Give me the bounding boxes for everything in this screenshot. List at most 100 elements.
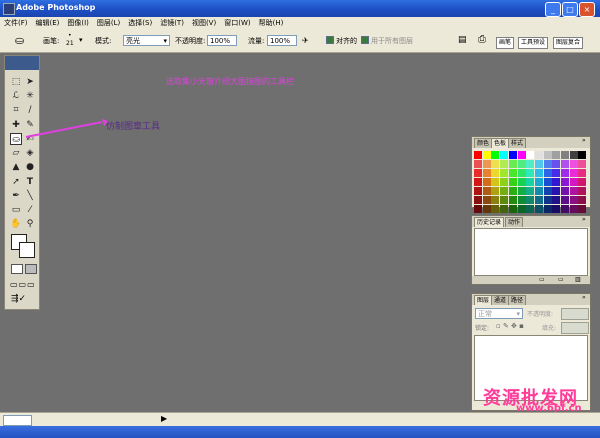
- swatch-cell[interactable]: [482, 160, 491, 168]
- swatch-cell[interactable]: [569, 160, 578, 168]
- menu-filter[interactable]: 滤镜(T): [156, 17, 188, 30]
- close-button[interactable]: ×: [579, 2, 595, 17]
- swatch-cell[interactable]: [500, 196, 509, 204]
- new-snapshot-icon[interactable]: ▭: [539, 276, 545, 283]
- swatch-cell[interactable]: [578, 196, 587, 204]
- tab-history[interactable]: 历史记录: [474, 217, 505, 227]
- crop-icon[interactable]: ⌗: [10, 104, 22, 116]
- standard-mode-icon[interactable]: [11, 264, 23, 274]
- swatch-cell[interactable]: [543, 196, 552, 204]
- menu-help[interactable]: 帮助(H): [255, 17, 288, 30]
- tab-styles[interactable]: 样式: [508, 138, 527, 148]
- swatch-cell[interactable]: [543, 205, 552, 213]
- new-document-icon[interactable]: ▭: [558, 276, 564, 283]
- layer-opacity-input[interactable]: [561, 308, 589, 320]
- swatch-cell[interactable]: [474, 160, 482, 168]
- tab-layers[interactable]: 图层: [474, 295, 493, 305]
- swatch-cell[interactable]: [569, 178, 578, 186]
- palette-tab-tool-presets[interactable]: 工具预设: [518, 37, 549, 49]
- printer-icon[interactable]: ⎙: [478, 34, 486, 45]
- swatch-cell[interactable]: [552, 178, 561, 186]
- document-icon[interactable]: ▤: [458, 35, 467, 45]
- blend-mode-select[interactable]: 正常 ▾: [475, 308, 523, 319]
- lock-icons[interactable]: ▫ ✎ ✥ ▪: [496, 322, 524, 330]
- swatch-cell[interactable]: [517, 187, 526, 195]
- swatch-cell[interactable]: [561, 169, 569, 177]
- trash-icon[interactable]: ▥: [575, 276, 581, 283]
- swatch-cell[interactable]: [482, 169, 491, 177]
- all-layers-checkbox[interactable]: [361, 36, 369, 44]
- menu-image[interactable]: 图像(I): [63, 17, 93, 30]
- swatch-cell[interactable]: [517, 178, 526, 186]
- swatch-grid[interactable]: [474, 151, 587, 215]
- fill-input[interactable]: [561, 322, 589, 334]
- dodge-icon[interactable]: ●: [24, 161, 36, 173]
- swatch-cell[interactable]: [482, 187, 491, 195]
- swatch-cell[interactable]: [569, 205, 578, 213]
- swatch-cell[interactable]: [534, 205, 543, 213]
- swatch-cell[interactable]: [552, 160, 561, 168]
- swatch-cell[interactable]: [474, 151, 482, 159]
- screen-mode-icons[interactable]: ▭▭▭: [10, 280, 36, 289]
- swatch-cell[interactable]: [517, 151, 526, 159]
- tab-swatches[interactable]: 色板: [491, 138, 510, 148]
- swatch-cell[interactable]: [500, 187, 509, 195]
- swatch-cell[interactable]: [569, 169, 578, 177]
- history-list[interactable]: [474, 228, 588, 276]
- swatch-cell[interactable]: [474, 169, 482, 177]
- swatch-cell[interactable]: [534, 178, 543, 186]
- swatch-cell[interactable]: [578, 151, 587, 159]
- swatch-cell[interactable]: [482, 196, 491, 204]
- swatch-cell[interactable]: [578, 160, 587, 168]
- menu-layer[interactable]: 图层(L): [93, 17, 124, 30]
- swatch-cell[interactable]: [561, 178, 569, 186]
- swatch-cell[interactable]: [526, 205, 535, 213]
- move-icon[interactable]: ➤: [24, 76, 36, 88]
- swatch-cell[interactable]: [569, 187, 578, 195]
- swatch-cell[interactable]: [508, 196, 517, 204]
- background-color-swatch[interactable]: [19, 242, 35, 258]
- notes-icon[interactable]: ▭: [10, 204, 22, 216]
- brush-preset-picker[interactable]: • 21: [66, 32, 74, 48]
- quick-mask-icon[interactable]: [25, 264, 37, 274]
- swatch-cell[interactable]: [534, 196, 543, 204]
- swatch-cell[interactable]: [552, 187, 561, 195]
- pen-icon[interactable]: ✒: [10, 190, 22, 202]
- swatch-cell[interactable]: [552, 196, 561, 204]
- swatch-cell[interactable]: [491, 169, 500, 177]
- swatch-cell[interactable]: [561, 205, 569, 213]
- swatch-cell[interactable]: [508, 169, 517, 177]
- swatch-cell[interactable]: [474, 187, 482, 195]
- swatch-cell[interactable]: [517, 196, 526, 204]
- swatch-cell[interactable]: [491, 187, 500, 195]
- swatch-cell[interactable]: [500, 205, 509, 213]
- swatch-cell[interactable]: [500, 169, 509, 177]
- lasso-icon[interactable]: ℒ: [10, 90, 22, 102]
- swatch-cell[interactable]: [561, 160, 569, 168]
- swatch-cell[interactable]: [500, 160, 509, 168]
- swatch-cell[interactable]: [543, 187, 552, 195]
- swatch-cell[interactable]: [578, 169, 587, 177]
- swatch-cell[interactable]: [474, 178, 482, 186]
- swatch-cell[interactable]: [543, 160, 552, 168]
- swatch-cell[interactable]: [482, 178, 491, 186]
- swatch-cell[interactable]: [578, 205, 587, 213]
- swatch-cell[interactable]: [517, 205, 526, 213]
- flow-input[interactable]: 100%: [267, 35, 297, 46]
- swatch-cell[interactable]: [508, 151, 517, 159]
- swatch-cell[interactable]: [578, 178, 587, 186]
- aligned-checkbox[interactable]: [326, 36, 334, 44]
- tab-paths[interactable]: 路径: [508, 295, 527, 305]
- swatch-cell[interactable]: [561, 187, 569, 195]
- swatch-cell[interactable]: [526, 169, 535, 177]
- menu-file[interactable]: 文件(F): [0, 17, 32, 30]
- swatch-cell[interactable]: [491, 196, 500, 204]
- swatch-cell[interactable]: [534, 187, 543, 195]
- clone-stamp-icon[interactable]: ⛀: [15, 34, 24, 47]
- eraser-icon[interactable]: ▱: [10, 147, 22, 159]
- chevron-down-icon[interactable]: ▾: [79, 36, 83, 44]
- swatch-cell[interactable]: [491, 205, 500, 213]
- swatch-cell[interactable]: [500, 151, 509, 159]
- swatch-cell[interactable]: [517, 169, 526, 177]
- status-arrow-icon[interactable]: ▶: [161, 414, 167, 423]
